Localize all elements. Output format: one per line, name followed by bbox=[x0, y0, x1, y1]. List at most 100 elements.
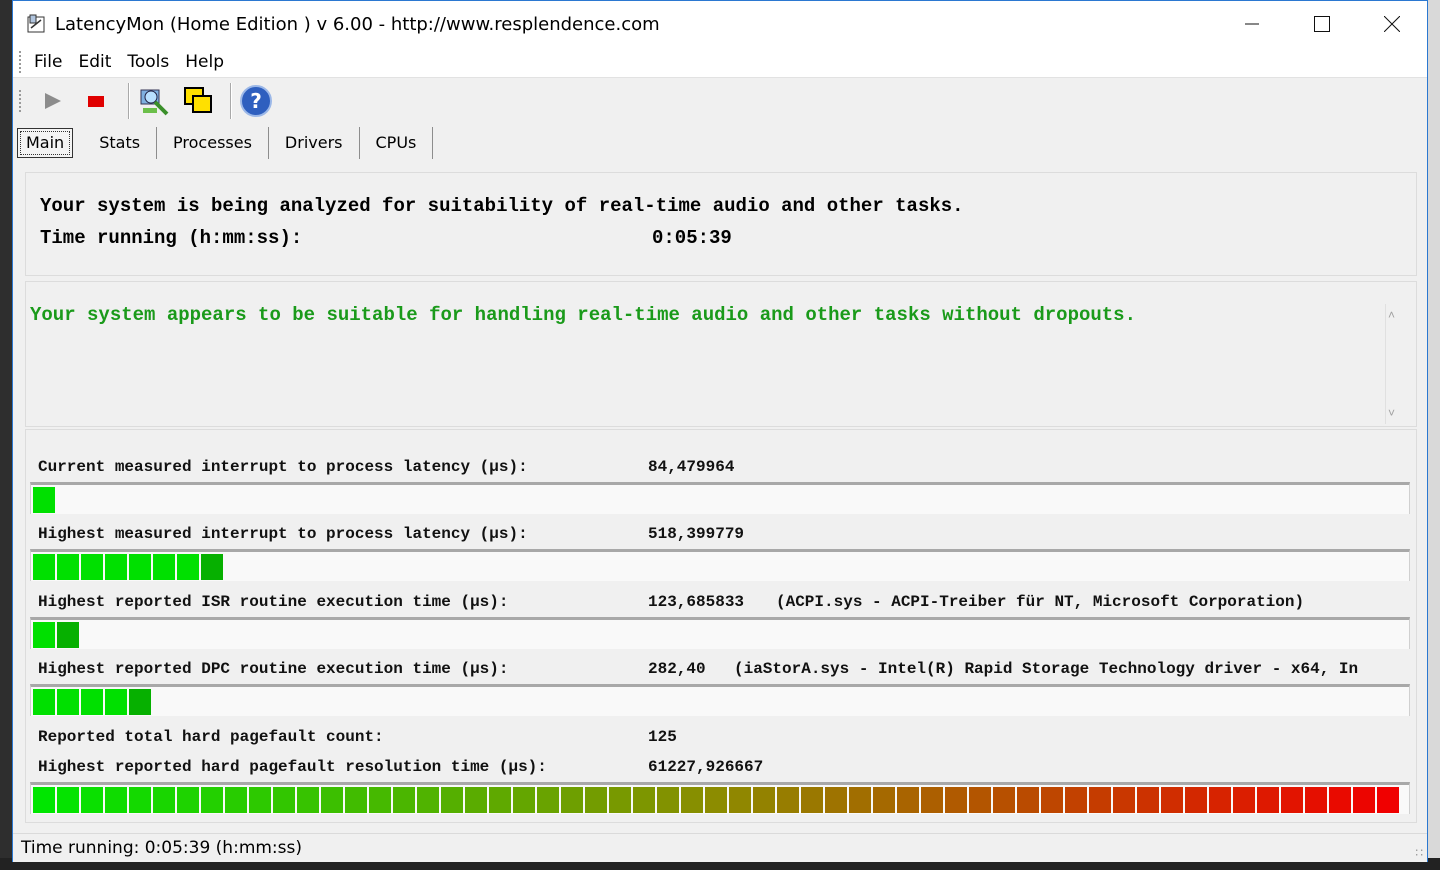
bar-segment bbox=[1377, 787, 1399, 813]
svg-text:?: ? bbox=[250, 89, 262, 113]
bar-segment bbox=[297, 787, 319, 813]
menu-help[interactable]: Help bbox=[185, 52, 224, 72]
highest-latency-label: Highest measured interrupt to process la… bbox=[38, 525, 528, 543]
highest-latency-bar bbox=[30, 549, 1410, 581]
bar-segment bbox=[105, 554, 127, 580]
bar-segment bbox=[33, 554, 55, 580]
pagefault-time-bar bbox=[30, 782, 1410, 814]
bar-segment bbox=[57, 622, 79, 648]
bar-segment bbox=[33, 487, 55, 513]
bar-segment bbox=[849, 787, 871, 813]
bar-segment bbox=[321, 787, 343, 813]
highest-latency-value: 518,399779 bbox=[648, 525, 745, 543]
window-title: LatencyMon (Home Edition ) v 6.00 - http… bbox=[55, 13, 660, 35]
bar-segment bbox=[33, 622, 55, 648]
close-button[interactable] bbox=[1357, 1, 1427, 47]
bar-segment bbox=[57, 554, 79, 580]
menu-edit[interactable]: Edit bbox=[78, 52, 111, 72]
bar-segment bbox=[1209, 787, 1231, 813]
tab-bar: Main Stats Processes Drivers CPUs bbox=[13, 124, 1427, 162]
toolbar: ? bbox=[13, 78, 1427, 124]
tab-stats[interactable]: Stats bbox=[83, 127, 158, 159]
bar-segment bbox=[81, 554, 103, 580]
app-window: LatencyMon (Home Edition ) v 6.00 - http… bbox=[12, 0, 1428, 862]
bar-segment bbox=[729, 787, 751, 813]
bar-segment bbox=[705, 787, 727, 813]
bar-segment bbox=[1041, 787, 1063, 813]
metrics-panel: Current measured interrupt to process la… bbox=[25, 429, 1417, 823]
isr-label: Highest reported ISR routine execution t… bbox=[38, 593, 509, 611]
bar-segment bbox=[129, 554, 151, 580]
bar-segment bbox=[561, 787, 583, 813]
start-button[interactable] bbox=[34, 83, 70, 119]
bar-segment bbox=[969, 787, 991, 813]
bar-segment bbox=[57, 689, 79, 715]
play-icon bbox=[45, 93, 61, 109]
desktop-background-right bbox=[1428, 0, 1440, 870]
menu-grip[interactable] bbox=[19, 51, 24, 73]
tab-drivers[interactable]: Drivers bbox=[269, 127, 360, 159]
bar-segment bbox=[153, 787, 175, 813]
bar-segment bbox=[369, 787, 391, 813]
analyze-button[interactable] bbox=[136, 83, 172, 119]
title-bar[interactable]: LatencyMon (Home Edition ) v 6.00 - http… bbox=[13, 1, 1427, 47]
desktop-background-left bbox=[0, 0, 12, 870]
bar-segment bbox=[81, 787, 103, 813]
verdict-scrollbar[interactable]: ˄ ˅ bbox=[1385, 304, 1404, 424]
toolbar-grip[interactable] bbox=[19, 90, 24, 112]
bar-segment bbox=[801, 787, 823, 813]
time-running-label: Time running (h:mm:ss): bbox=[40, 227, 303, 249]
help-icon: ? bbox=[240, 85, 272, 117]
bar-segment bbox=[657, 787, 679, 813]
scroll-up-icon[interactable]: ˄ bbox=[1388, 308, 1395, 322]
stop-button[interactable] bbox=[78, 83, 114, 119]
bar-segment bbox=[129, 787, 151, 813]
help-button[interactable]: ? bbox=[238, 83, 274, 119]
resize-grip-icon[interactable]: ∷ bbox=[1415, 846, 1423, 860]
tab-cpus[interactable]: CPUs bbox=[360, 127, 434, 159]
dpc-driver: (iaStorA.sys - Intel(R) Rapid Storage Te… bbox=[734, 660, 1359, 678]
maximize-button[interactable] bbox=[1287, 1, 1357, 47]
bar-segment bbox=[417, 787, 439, 813]
verdict-panel: Your system appears to be suitable for h… bbox=[25, 281, 1417, 427]
bar-segment bbox=[153, 554, 175, 580]
pagefault-count-label: Reported total hard pagefault count: bbox=[38, 728, 384, 746]
bar-segment bbox=[33, 787, 55, 813]
tab-main[interactable]: Main bbox=[17, 128, 74, 158]
isr-driver: (ACPI.sys - ACPI-Treiber für NT, Microso… bbox=[776, 593, 1305, 611]
bar-segment bbox=[1257, 787, 1279, 813]
scroll-down-icon[interactable]: ˅ bbox=[1388, 406, 1395, 420]
bar-segment bbox=[897, 787, 919, 813]
bar-segment bbox=[1185, 787, 1207, 813]
dpc-bar bbox=[30, 684, 1410, 716]
bar-segment bbox=[393, 787, 415, 813]
minimize-button[interactable] bbox=[1217, 1, 1287, 47]
bar-segment bbox=[993, 787, 1015, 813]
bar-segment bbox=[1353, 787, 1375, 813]
bar-segment bbox=[1161, 787, 1183, 813]
pagefault-time-value: 61227,926667 bbox=[648, 758, 764, 776]
bar-segment bbox=[249, 787, 271, 813]
bar-segment bbox=[945, 787, 967, 813]
windows-button[interactable] bbox=[180, 83, 216, 119]
current-latency-label: Current measured interrupt to process la… bbox=[38, 458, 528, 476]
bar-segment bbox=[609, 787, 631, 813]
bar-segment bbox=[81, 689, 103, 715]
bar-segment bbox=[57, 787, 79, 813]
bar-segment bbox=[873, 787, 895, 813]
bar-segment bbox=[633, 787, 655, 813]
app-icon bbox=[27, 14, 47, 34]
bar-segment bbox=[513, 787, 535, 813]
pagefault-count-value: 125 bbox=[648, 728, 677, 746]
menu-tools[interactable]: Tools bbox=[127, 52, 169, 72]
menu-file[interactable]: File bbox=[34, 52, 62, 72]
bar-segment bbox=[1089, 787, 1111, 813]
analyze-icon bbox=[140, 89, 169, 116]
bar-segment bbox=[1305, 787, 1327, 813]
bar-segment bbox=[129, 689, 151, 715]
bar-segment bbox=[921, 787, 943, 813]
bar-segment bbox=[177, 787, 199, 813]
current-latency-bar bbox=[30, 482, 1410, 514]
bar-segment bbox=[441, 787, 463, 813]
tab-processes[interactable]: Processes bbox=[157, 127, 269, 159]
